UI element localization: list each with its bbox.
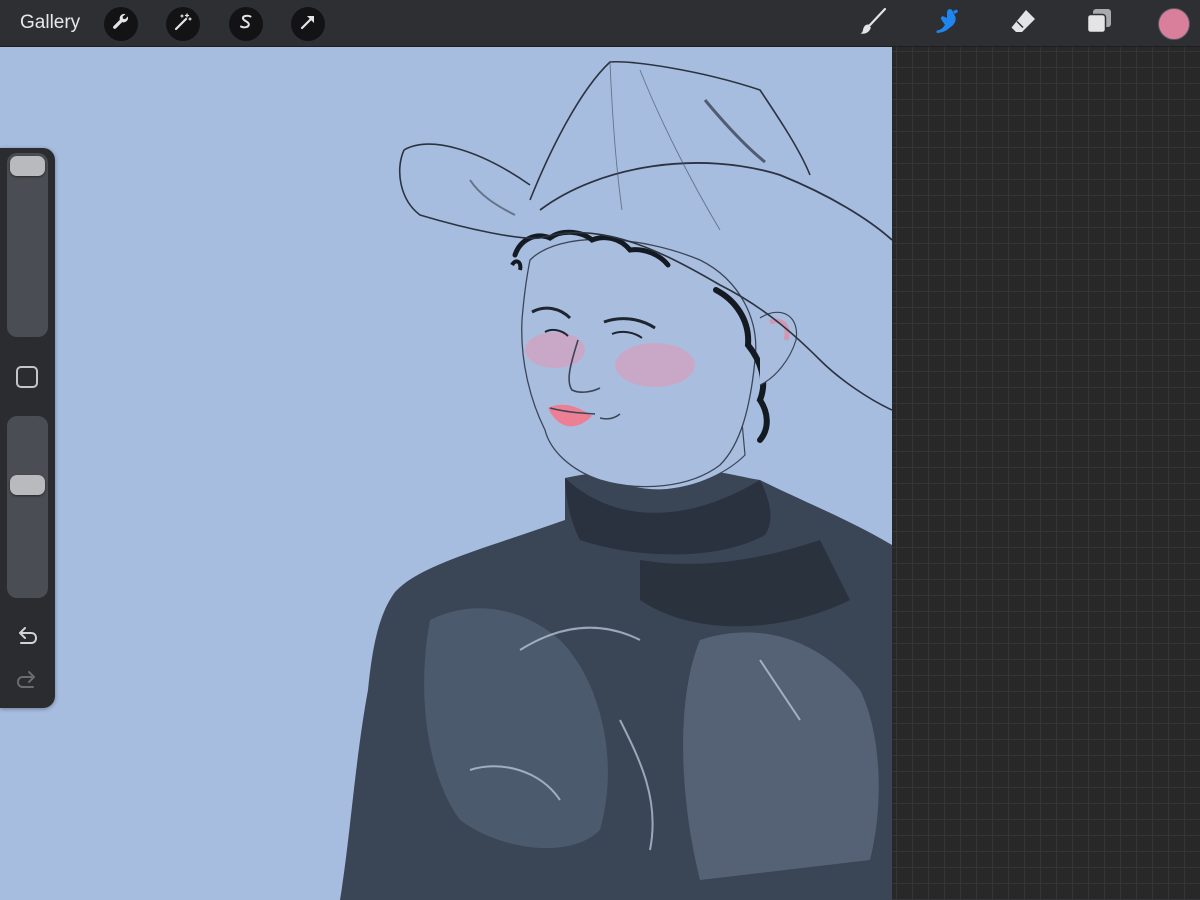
drawing-canvas[interactable] xyxy=(0,47,892,900)
brush-size-slider-thumb[interactable] xyxy=(10,156,45,176)
layers-button[interactable] xyxy=(1082,6,1116,40)
undo-icon xyxy=(14,627,40,652)
gallery-button[interactable]: Gallery xyxy=(20,11,80,35)
brush-size-slider[interactable] xyxy=(7,153,48,337)
smudge-tool-button[interactable] xyxy=(930,6,964,40)
transform-button[interactable] xyxy=(291,7,325,41)
artwork xyxy=(0,47,892,900)
adjustments-button[interactable] xyxy=(166,7,200,41)
layers-icon xyxy=(1084,6,1114,41)
opacity-slider-thumb[interactable] xyxy=(10,475,45,496)
left-sidebar xyxy=(0,148,55,708)
canvas-backdrop-grid xyxy=(892,47,1200,900)
opacity-slider[interactable] xyxy=(7,416,48,598)
color-picker-swatch[interactable] xyxy=(1158,8,1190,40)
smudge-icon xyxy=(932,6,962,41)
eraser-tool-button[interactable] xyxy=(1006,6,1040,40)
wrench-icon xyxy=(111,12,131,37)
paint-tool-button[interactable] xyxy=(856,6,890,40)
transform-arrow-icon xyxy=(298,12,318,37)
selection-button[interactable] xyxy=(229,7,263,41)
redo-button[interactable] xyxy=(14,666,40,692)
brush-icon xyxy=(858,6,888,41)
actions-button[interactable] xyxy=(104,7,138,41)
top-toolbar: Gallery xyxy=(0,0,1200,47)
eraser-icon xyxy=(1008,6,1038,41)
magic-wand-icon xyxy=(173,12,193,37)
undo-button[interactable] xyxy=(14,622,40,648)
redo-icon xyxy=(14,671,40,696)
modify-button[interactable] xyxy=(16,366,38,388)
selection-icon xyxy=(236,12,256,37)
